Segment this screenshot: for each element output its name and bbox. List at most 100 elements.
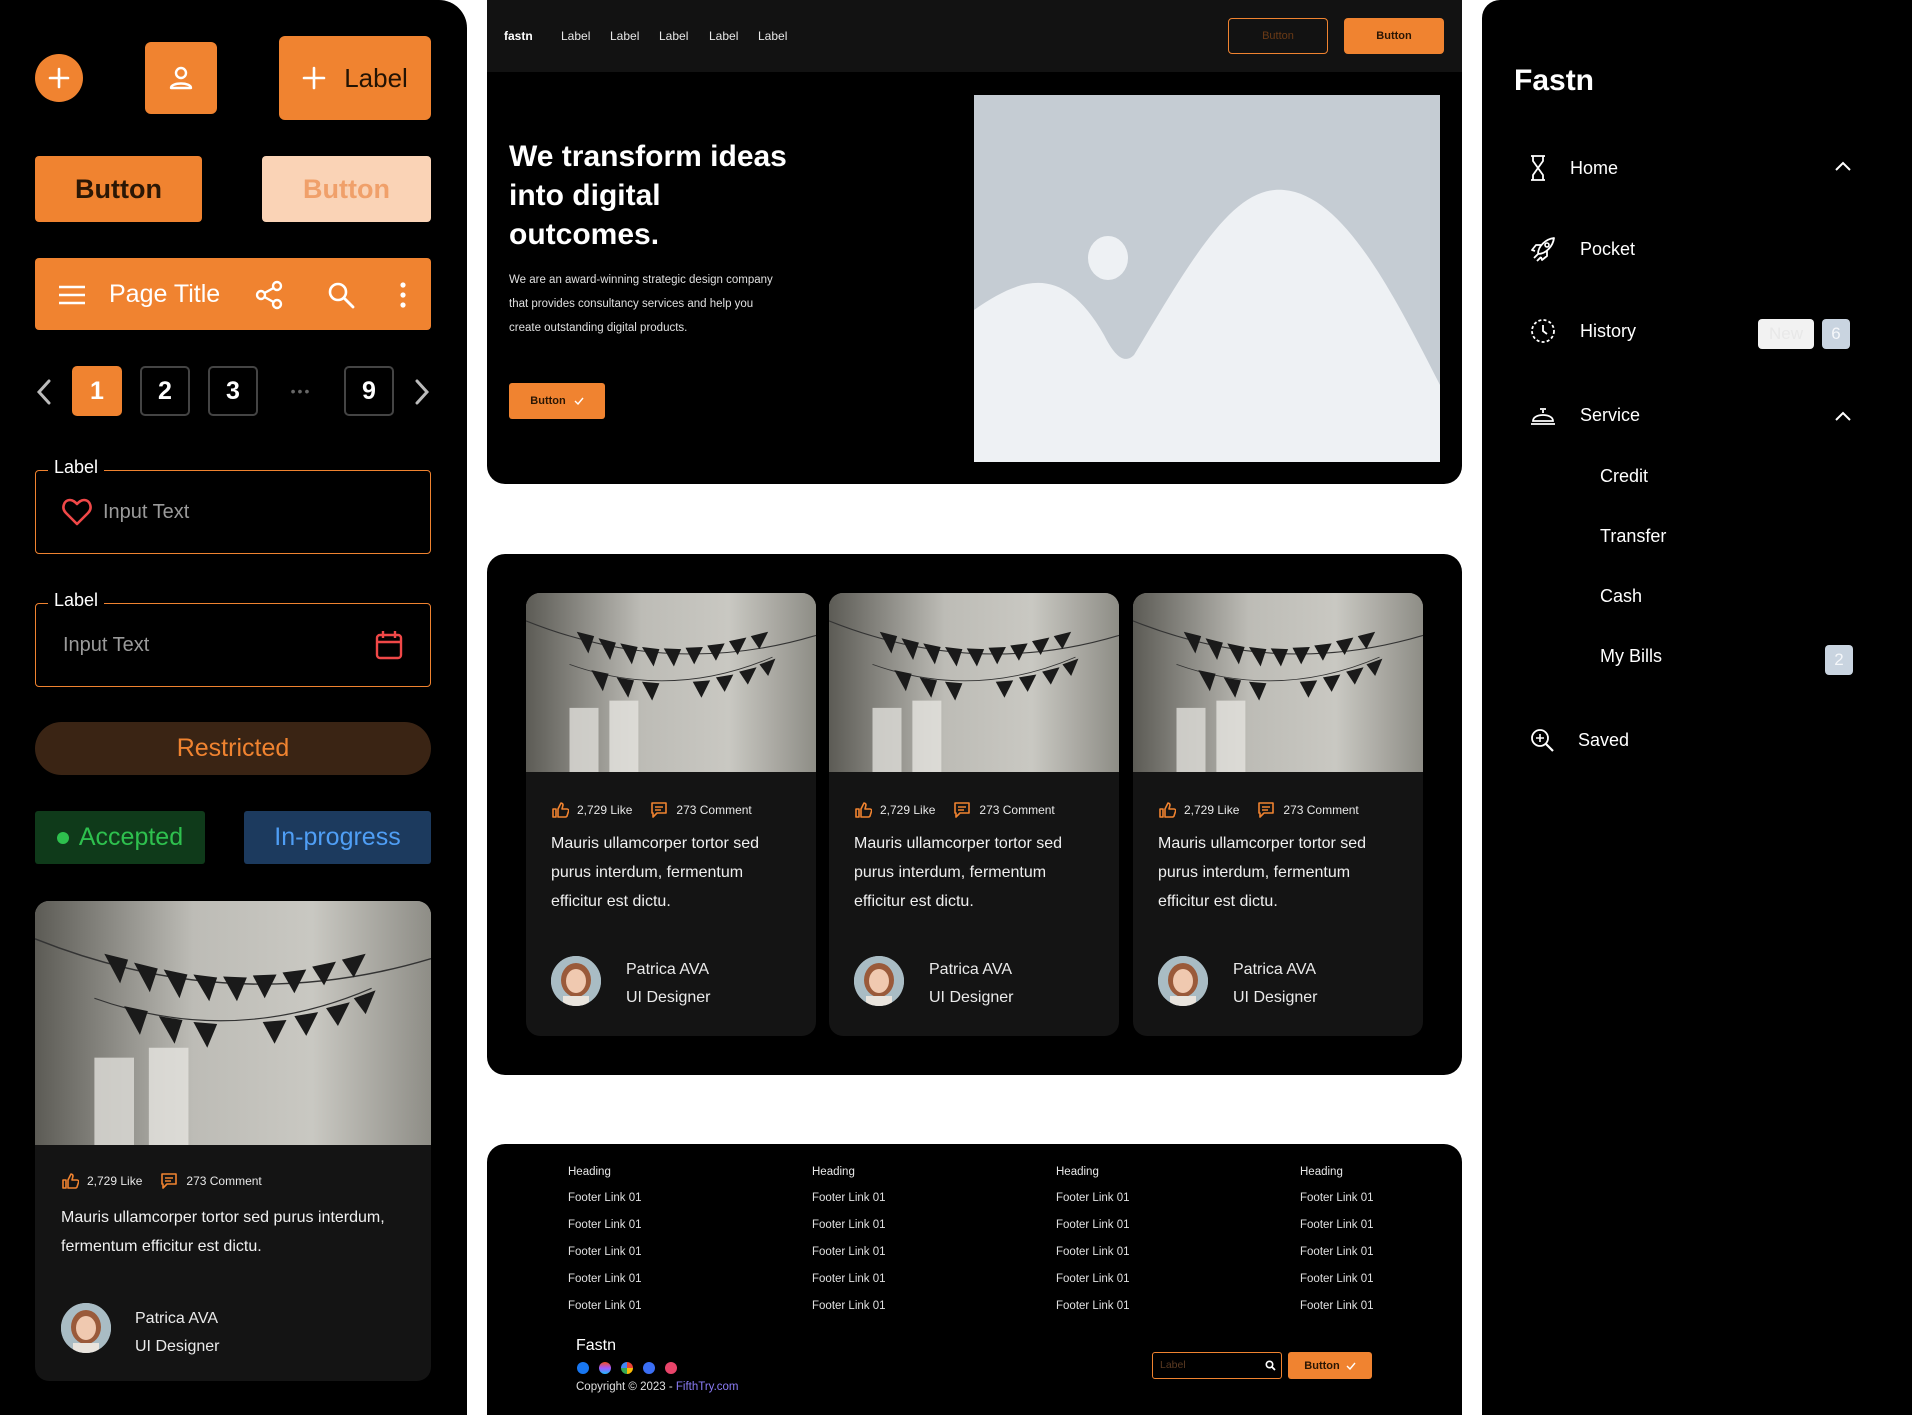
user-icon-button[interactable] [145,42,217,114]
footer-link[interactable]: Footer Link 01 [1056,1273,1130,1300]
count-badge: 6 [1822,319,1850,349]
footer-heading: Heading [812,1166,855,1178]
restricted-button[interactable]: Restricted [35,722,431,775]
brand-logo[interactable]: fastn [504,29,533,43]
share-icon[interactable] [254,280,284,310]
nav-item-history[interactable]: History [1530,318,1636,344]
comment-icon[interactable] [953,801,971,819]
nav-item-saved[interactable]: Saved [1530,728,1629,752]
chevron-left-icon[interactable] [36,379,52,405]
footer-link[interactable]: Footer Link 01 [812,1192,886,1219]
footer-column: Heading Footer Link 01 Footer Link 01 Fo… [812,1166,886,1327]
nav-sub-item-transfer[interactable]: Transfer [1600,526,1666,547]
components-panel: Label Button Button Page Title 1 2 3 •••… [0,0,467,1415]
comment-icon[interactable] [650,801,668,819]
footer-link[interactable]: Footer Link 01 [812,1273,886,1300]
copyright-link[interactable]: FifthTry.com [676,1381,739,1393]
hero-paragraph: We are an award-winning strategic design… [509,274,773,334]
nav-item-service[interactable]: Service [1530,404,1640,426]
post-card[interactable]: 2,729 Like 273 Comment Mauris ullamcorpe… [1133,593,1423,1036]
like-count: 2,729 Like [87,1174,143,1188]
facebook-icon[interactable] [577,1362,589,1374]
like-icon[interactable] [1158,801,1176,819]
like-icon[interactable] [551,801,569,819]
post-card[interactable]: 2,729 Like 273 Comment Mauris ullamcorpe… [526,593,816,1036]
add-label-button[interactable]: Label [279,36,431,120]
nav-item-home[interactable]: Home [1530,155,1618,181]
footer-link[interactable]: Footer Link 01 [568,1246,642,1273]
footer-link[interactable]: Footer Link 01 [812,1246,886,1273]
figma-icon[interactable] [599,1362,611,1374]
post-card[interactable]: 2,729 Like 273 Comment Mauris ullamcorpe… [35,901,431,1381]
page-2-button[interactable]: 2 [140,366,190,416]
footer-link[interactable]: Footer Link 01 [1300,1300,1374,1327]
page-9-button[interactable]: 9 [344,366,394,416]
primary-button[interactable]: Button [35,156,202,222]
footer-input[interactable]: Label [1152,1352,1282,1379]
nav-link[interactable]: Label [561,29,590,43]
footer-link[interactable]: Footer Link 01 [568,1219,642,1246]
image-placeholder [974,95,1440,462]
page-3-button[interactable]: 3 [208,366,258,416]
like-icon[interactable] [61,1172,79,1190]
footer-submit-button[interactable]: Button [1288,1352,1372,1379]
footer-link[interactable]: Footer Link 01 [812,1219,886,1246]
nav-link[interactable]: Label [758,29,787,43]
nav-link[interactable]: Label [709,29,738,43]
light-button[interactable]: Button [262,156,431,222]
google-icon[interactable] [621,1362,633,1374]
author-name: Patrica AVA [1233,961,1316,978]
nav-outline-button[interactable]: Button [1228,18,1328,54]
footer-link[interactable]: Footer Link 01 [1056,1246,1130,1273]
status-dot [56,831,69,844]
nav-sub-item-cash[interactable]: Cash [1600,586,1642,607]
calendar-icon[interactable] [375,630,403,660]
footer-link[interactable]: Footer Link 01 [1300,1246,1374,1273]
author-role: UI Designer [135,1338,220,1355]
footer-link[interactable]: Footer Link 01 [1056,1219,1130,1246]
like-icon[interactable] [854,801,872,819]
chevron-right-icon[interactable] [414,379,430,405]
fab-add-button[interactable] [35,54,83,102]
rocket-icon [1531,237,1555,262]
nav-sub-item-my-bills[interactable]: My Bills [1600,646,1662,667]
card-stats: 2,729 Like 273 Comment [854,801,1073,819]
app-bar: Page Title [35,258,431,330]
footer-link[interactable]: Footer Link 01 [1056,1300,1130,1327]
footer-heading: Heading [1300,1166,1343,1178]
footer-link[interactable]: Footer Link 01 [1300,1219,1374,1246]
nav-sub-item-credit[interactable]: Credit [1600,466,1648,487]
nav-primary-button[interactable]: Button [1344,18,1444,54]
hero-section: fastn Label Label Label Label Label Butt… [487,0,1462,484]
card-stats: 2,729 Like 273 Comment [551,801,770,819]
nav-item-pocket[interactable]: Pocket [1530,236,1635,262]
footer-link[interactable]: Footer Link 01 [568,1192,642,1219]
footer-link[interactable]: Footer Link 01 [1300,1192,1374,1219]
nav-link[interactable]: Label [610,29,639,43]
more-vertical-icon[interactable] [399,282,407,308]
footer-link[interactable]: Footer Link 01 [1300,1273,1374,1300]
nav-link[interactable]: Label [659,29,688,43]
hero-cta-button[interactable]: Button [509,383,605,419]
dribbble-icon[interactable] [665,1362,677,1374]
post-card[interactable]: 2,729 Like 273 Comment Mauris ullamcorpe… [829,593,1119,1036]
search-icon[interactable] [327,281,355,309]
footer-link[interactable]: Footer Link 01 [1056,1192,1130,1219]
footer-link[interactable]: Footer Link 01 [568,1300,642,1327]
text-field-heart[interactable]: Label Input Text [35,457,431,554]
footer-link[interactable]: Footer Link 01 [568,1273,642,1300]
comment-icon[interactable] [160,1172,178,1190]
comment-icon[interactable] [1257,801,1275,819]
page-1-button[interactable]: 1 [72,366,122,416]
comment-count: 273 Comment [1283,803,1359,817]
side-navigation: Fastn Home Pocket History New 6 Service … [1482,0,1912,1415]
discord-icon[interactable] [643,1362,655,1374]
chevron-up-icon[interactable] [1835,161,1851,171]
date-field[interactable]: Label Input Text [35,590,431,687]
footer-link[interactable]: Footer Link 01 [812,1300,886,1327]
author-role: UI Designer [929,989,1014,1006]
chevron-up-icon[interactable] [1835,411,1851,421]
menu-icon[interactable] [59,285,85,305]
footer-heading: Heading [568,1166,611,1178]
like-count: 2,729 Like [1184,803,1240,817]
